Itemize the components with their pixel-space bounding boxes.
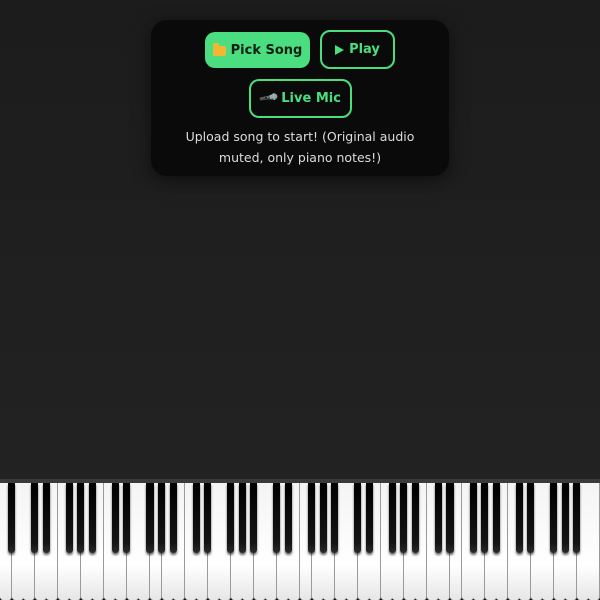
pick-song-label: Pick Song xyxy=(230,42,303,58)
piano-black-key[interactable] xyxy=(515,483,523,553)
piano-black-key[interactable] xyxy=(481,483,489,553)
piano-black-key[interactable] xyxy=(550,483,558,553)
play-button[interactable]: Play xyxy=(320,30,395,69)
piano-black-key[interactable] xyxy=(250,483,258,553)
piano-black-key[interactable] xyxy=(331,483,339,553)
piano-black-key[interactable] xyxy=(284,483,293,553)
piano-black-key[interactable] xyxy=(204,483,212,553)
piano-black-key[interactable] xyxy=(388,483,396,553)
play-label: Play xyxy=(349,42,380,57)
piano-black-key[interactable] xyxy=(319,483,327,553)
piano-black-key[interactable] xyxy=(365,483,373,553)
piano-keys xyxy=(0,483,600,600)
piano-black-key[interactable] xyxy=(446,483,454,553)
piano-black-key[interactable] xyxy=(307,483,316,553)
piano-black-key[interactable] xyxy=(7,483,16,553)
status-message: Upload song to start! (Original audio mu… xyxy=(185,129,415,165)
piano-black-key[interactable] xyxy=(400,483,408,553)
live-mic-label: Live Mic xyxy=(281,91,341,106)
control-panel: Pick Song Play 🎤 Live Mic Upload song to… xyxy=(151,20,449,176)
piano-black-key[interactable] xyxy=(77,483,85,553)
piano-black-key[interactable] xyxy=(434,483,443,553)
piano-black-key[interactable] xyxy=(169,483,177,553)
piano-black-key[interactable] xyxy=(492,483,500,553)
piano-keyboard xyxy=(0,479,600,600)
piano-black-key[interactable] xyxy=(411,483,419,553)
piano-black-key[interactable] xyxy=(123,483,131,553)
piano-black-key[interactable] xyxy=(227,483,235,553)
piano-black-key[interactable] xyxy=(527,483,535,553)
app-stage: Pick Song Play 🎤 Live Mic Upload song to… xyxy=(0,0,600,600)
piano-black-key[interactable] xyxy=(561,483,569,553)
play-icon xyxy=(335,44,345,55)
piano-black-key[interactable] xyxy=(42,483,50,553)
piano-black-key[interactable] xyxy=(273,483,281,553)
piano-black-key[interactable] xyxy=(192,483,200,553)
folder-icon xyxy=(212,43,226,56)
piano-black-key[interactable] xyxy=(111,483,119,553)
piano-black-key[interactable] xyxy=(88,483,96,553)
piano-black-key[interactable] xyxy=(157,483,166,553)
piano-black-key[interactable] xyxy=(65,483,73,553)
live-mic-button[interactable]: 🎤 Live Mic xyxy=(249,79,352,118)
piano-black-key[interactable] xyxy=(469,483,477,553)
piano-black-key[interactable] xyxy=(573,483,581,553)
piano-black-key[interactable] xyxy=(238,483,246,553)
pick-song-button[interactable]: Pick Song xyxy=(205,32,310,68)
piano-black-key[interactable] xyxy=(354,483,362,553)
piano-white-key[interactable] xyxy=(588,483,600,600)
piano-black-key[interactable] xyxy=(146,483,154,553)
piano-black-key[interactable] xyxy=(31,483,39,553)
microphone-icon: 🎤 xyxy=(257,87,280,110)
